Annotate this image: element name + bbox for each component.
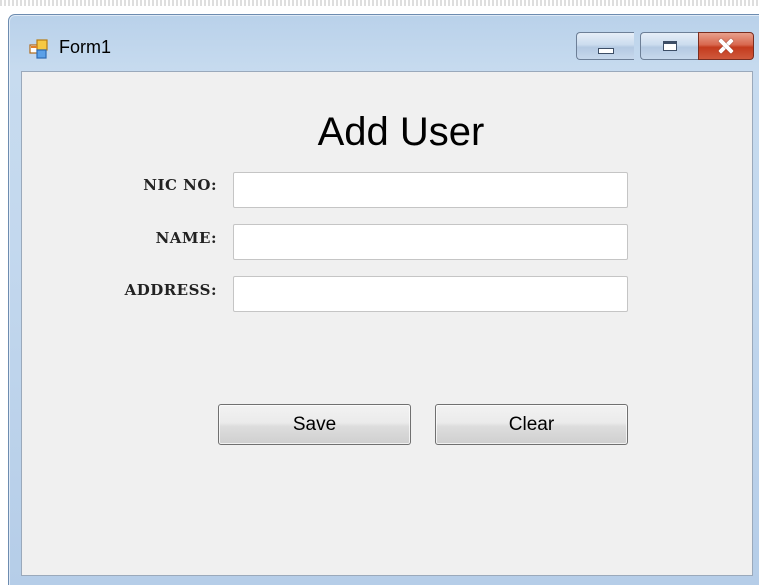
save-button[interactable]: Save (218, 404, 411, 445)
name-label: NAME: (155, 229, 217, 247)
title-bar[interactable]: Form1 (9, 15, 759, 71)
address-input[interactable] (233, 276, 628, 312)
nic-no-input[interactable] (233, 172, 628, 208)
name-input[interactable] (233, 224, 628, 260)
desktop-edge (0, 0, 759, 6)
form-heading: Add User (317, 110, 485, 154)
clear-button[interactable]: Clear (435, 404, 628, 445)
minimize-icon (597, 48, 614, 54)
maximize-icon (662, 41, 677, 51)
form-app-icon (29, 39, 49, 59)
maximize-button[interactable] (640, 32, 698, 60)
form-window: Form1 Add User NIC NO: NAME: ADDRESS: Sa… (8, 14, 759, 585)
caption-buttons (576, 32, 754, 62)
window-title: Form1 (59, 37, 112, 57)
close-button[interactable] (698, 32, 754, 60)
close-icon (717, 37, 735, 55)
screen: Form1 Add User NIC NO: NAME: ADDRESS: Sa… (0, 0, 759, 585)
form-client-area: Add User NIC NO: NAME: ADDRESS: Save Cle… (21, 71, 753, 576)
address-label: ADDRESS: (124, 281, 217, 299)
nic-no-label: NIC NO: (143, 176, 217, 194)
minimize-button[interactable] (576, 32, 634, 60)
